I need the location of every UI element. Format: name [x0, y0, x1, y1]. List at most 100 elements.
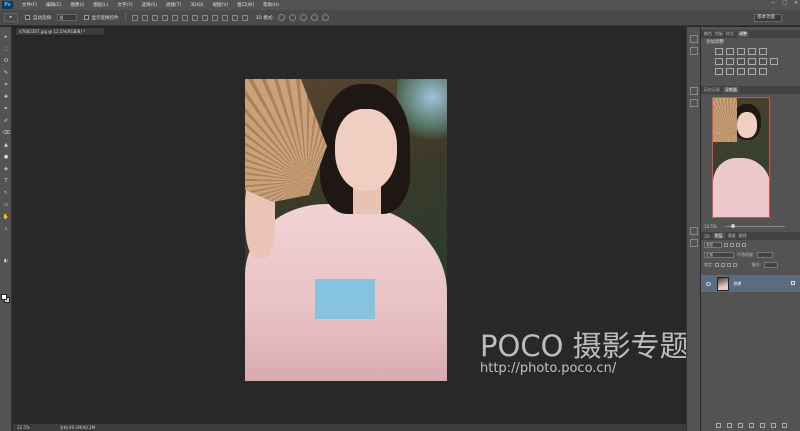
opacity-field[interactable] [757, 252, 774, 258]
distribute-bottom-icon[interactable] [211, 14, 218, 21]
workspace-switcher[interactable]: 基本功能 [754, 14, 782, 22]
distribute-right-icon[interactable] [241, 14, 248, 21]
tab-adjustments[interactable]: 调整 [737, 31, 749, 37]
menu-edit[interactable]: 编辑(E) [46, 2, 61, 8]
curves-icon[interactable] [737, 48, 745, 55]
path-select-tool-icon[interactable]: ↖ [2, 189, 10, 197]
filter-adjust-icon[interactable] [730, 243, 734, 247]
lock-position-icon[interactable] [727, 263, 732, 267]
close-button[interactable]: × [794, 0, 798, 6]
type-tool-icon[interactable]: T [2, 177, 10, 185]
threshold-icon[interactable] [737, 68, 745, 75]
auto-select-checkbox[interactable] [25, 15, 30, 20]
show-transform-checkbox[interactable] [83, 15, 89, 20]
blur-tool-icon[interactable]: ● [2, 153, 10, 161]
maximize-button[interactable]: □ [782, 0, 787, 6]
distribute-top-icon[interactable] [191, 14, 198, 21]
crop-tool-icon[interactable]: ⌗ [2, 81, 10, 89]
adjustment-layer-icon[interactable] [749, 423, 754, 428]
fill-field[interactable] [763, 262, 778, 268]
auto-select-dropdown[interactable]: 组 [56, 14, 77, 21]
marquee-tool-icon[interactable]: ⬚ [2, 45, 10, 53]
menu-file[interactable]: 文件(F) [22, 2, 37, 8]
exposure-icon[interactable] [748, 48, 756, 55]
document-tab[interactable]: V7682307.jpg @ 12.5%(RGB/8) * [15, 27, 105, 36]
healing-brush-tool-icon[interactable]: ✒ [2, 105, 10, 113]
layer-style-icon[interactable] [727, 423, 732, 428]
minimize-button[interactable]: − [771, 0, 775, 6]
clone-source-panel-icon[interactable] [690, 99, 698, 107]
gradient-tool-icon[interactable]: ▲ [2, 141, 10, 149]
3d-slide-icon[interactable] [310, 14, 318, 21]
lock-transparency-icon[interactable] [715, 263, 720, 267]
menu-window[interactable]: 窗口(W) [237, 2, 254, 8]
black-white-icon[interactable] [737, 58, 745, 65]
lock-pixels-icon[interactable] [721, 263, 726, 267]
filter-type-icon[interactable] [736, 243, 740, 247]
tab-3d[interactable]: 3D [704, 234, 710, 239]
menu-view[interactable]: 视图(V) [213, 2, 229, 8]
document-image[interactable] [245, 79, 447, 381]
status-zoom[interactable]: 12.5% [17, 425, 30, 430]
menu-image[interactable]: 图像(I) [70, 2, 84, 8]
move-tool-icon[interactable]: ▸ [2, 33, 10, 41]
tool-preset-picker[interactable]: ▸ [4, 13, 18, 22]
gradient-map-icon[interactable] [748, 68, 756, 75]
selective-color-icon[interactable] [759, 68, 767, 75]
group-icon[interactable] [760, 423, 765, 428]
distribute-middle-icon[interactable] [201, 14, 208, 21]
lasso-tool-icon[interactable]: ʘ [2, 57, 10, 65]
lock-all-icon[interactable] [733, 263, 738, 267]
history-panel-icon[interactable] [690, 35, 698, 43]
tab-swatches[interactable]: 色板 [715, 31, 723, 37]
eraser-tool-icon[interactable]: ⌫ [2, 129, 10, 137]
tab-paths[interactable]: 路径 [739, 233, 747, 239]
properties-panel-icon[interactable] [690, 47, 698, 55]
brightness-contrast-icon[interactable] [715, 48, 723, 55]
hue-saturation-icon[interactable] [715, 58, 723, 65]
tab-history[interactable]: 历史记录 [704, 87, 720, 93]
distribute-center-icon[interactable] [231, 14, 238, 21]
align-center-icon[interactable] [171, 14, 178, 21]
quick-mask-icon[interactable]: ◐ [2, 257, 10, 265]
align-middle-icon[interactable] [141, 14, 148, 21]
menu-filter[interactable]: 滤镜(T) [166, 2, 181, 8]
align-right-icon[interactable] [181, 14, 188, 21]
align-bottom-icon[interactable] [151, 14, 158, 21]
shape-tool-icon[interactable]: ▭ [2, 201, 10, 209]
zoom-slider-knob[interactable] [730, 223, 735, 228]
filter-pixel-icon[interactable] [724, 243, 728, 247]
link-layers-icon[interactable] [716, 423, 721, 428]
navigator-thumbnail[interactable] [712, 97, 770, 218]
new-layer-icon[interactable] [771, 423, 776, 428]
align-top-icon[interactable] [131, 14, 138, 21]
levels-icon[interactable] [726, 48, 734, 55]
tab-styles[interactable]: 样式 [726, 31, 734, 37]
eyedropper-tool-icon[interactable]: ✚ [2, 93, 10, 101]
tab-color[interactable]: 颜色 [704, 31, 712, 37]
3d-scale-icon[interactable] [321, 14, 329, 21]
vibrance-icon[interactable] [759, 48, 767, 55]
3d-pan-icon[interactable] [299, 14, 307, 21]
filter-shape-icon[interactable] [742, 243, 746, 247]
hand-tool-icon[interactable]: ✋ [2, 213, 10, 221]
layer-kind-filter[interactable]: 类型 [704, 242, 722, 248]
layer-row-background[interactable]: 背景 [701, 275, 800, 292]
posterize-icon[interactable] [726, 68, 734, 75]
3d-rotate-icon[interactable] [277, 14, 285, 21]
navigator-zoom-value[interactable]: 12.5% [704, 224, 717, 229]
tab-navigator[interactable]: 导航器 [723, 87, 739, 93]
channel-mixer-icon[interactable] [759, 58, 767, 65]
menu-type[interactable]: 文字(Y) [117, 2, 132, 8]
photo-filter-icon[interactable] [748, 58, 756, 65]
menu-select[interactable]: 选择(S) [142, 2, 157, 8]
paragraph-panel-icon[interactable] [690, 239, 698, 247]
menu-layer[interactable]: 图层(L) [93, 2, 108, 8]
menu-help[interactable]: 帮助(H) [263, 2, 279, 8]
blend-mode-dropdown[interactable]: 正常 [704, 252, 734, 258]
character-panel-icon[interactable] [690, 227, 698, 235]
invert-icon[interactable] [715, 68, 723, 75]
navigator-zoom-slider[interactable] [724, 223, 785, 228]
layer-mask-icon[interactable] [738, 423, 743, 428]
brush-tool-icon[interactable]: ✐ [2, 117, 10, 125]
